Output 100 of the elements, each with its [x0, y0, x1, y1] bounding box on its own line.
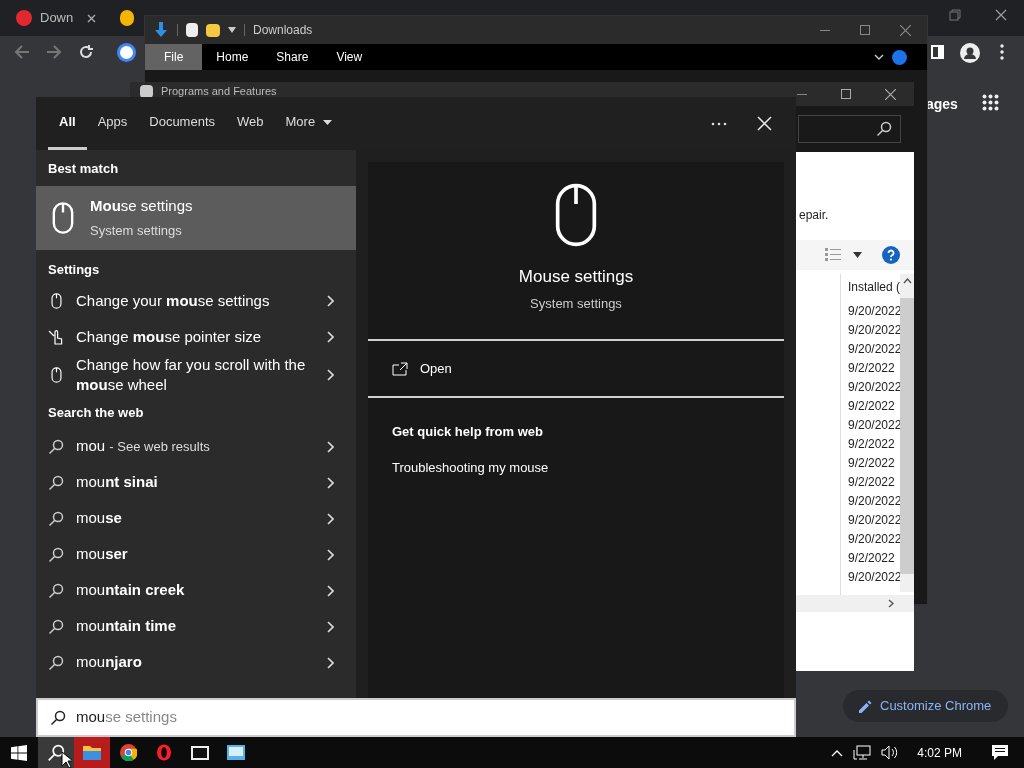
menu-icon[interactable] — [1000, 44, 1004, 60]
table-cell-text: 9/2/2022 — [848, 474, 896, 491]
images-link[interactable]: ages — [926, 94, 958, 115]
dropdown-icon[interactable] — [228, 27, 236, 33]
chevron-right-icon — [326, 295, 334, 307]
help-icon[interactable] — [882, 246, 900, 264]
help-icon[interactable] — [892, 49, 907, 65]
best-match-item[interactable]: Mouse settings System settings — [36, 185, 356, 250]
result-title: Mouse settings — [90, 196, 193, 216]
search-icon — [48, 474, 64, 491]
preview-subtitle: System settings — [530, 294, 622, 313]
table-cell-text: 9/2/2022 — [848, 550, 896, 567]
apps-grid-icon[interactable] — [982, 94, 999, 111]
search-icon — [48, 618, 64, 635]
volume-icon[interactable] — [881, 745, 900, 760]
chevron-right-icon — [326, 331, 334, 343]
taskbar-button[interactable] — [38, 737, 74, 768]
ribbon-tab[interactable]: Share — [262, 44, 323, 70]
notification-icon[interactable] — [992, 745, 1008, 760]
customize-chrome-button[interactable]: Customize Chrome — [843, 690, 1008, 722]
result-label: mountain creek — [76, 580, 185, 601]
table-cell-text: 9/20/2022 — [848, 379, 900, 396]
network-icon[interactable] — [853, 745, 872, 760]
profile-icon[interactable] — [960, 43, 980, 63]
settings-result[interactable]: Change mouse pointer size — [36, 319, 356, 355]
column-header[interactable]: Installed ( — [848, 274, 900, 302]
horizontal-scrollbar[interactable] — [796, 595, 914, 612]
result-label: mount sinai — [76, 472, 158, 493]
web-result[interactable]: mounjaro — [36, 644, 356, 681]
result-label: mou - See web results — [76, 436, 210, 457]
filter-tab[interactable]: Web — [226, 97, 275, 150]
filter-tab[interactable]: Documents — [138, 97, 226, 150]
filter-tab[interactable]: Apps — [86, 97, 139, 150]
web-result[interactable]: mountain time — [36, 608, 356, 645]
window-title: Programs and Features — [161, 86, 277, 97]
search-query: mouse settings — [76, 707, 177, 728]
search-box[interactable]: mouse settings — [36, 698, 796, 737]
search-icon — [48, 582, 64, 599]
table-cell-text: 9/20/2022 — [848, 322, 900, 339]
chevron-right-icon — [326, 369, 334, 381]
clock[interactable]: 4:02 PM — [917, 743, 962, 762]
search-icon — [48, 546, 64, 563]
chevron-right-icon — [326, 584, 334, 597]
close-icon[interactable] — [995, 9, 1007, 21]
download-icon[interactable] — [153, 22, 169, 38]
result-label: mouser — [76, 544, 128, 565]
mouse-icon — [553, 182, 599, 248]
ribbon-tab[interactable]: View — [322, 44, 377, 70]
chevron-right-icon — [326, 440, 334, 453]
result-label: Change how far you scroll with the mouse wheel — [76, 355, 306, 395]
details-view-icon[interactable] — [825, 248, 841, 262]
web-result[interactable]: mouse — [36, 500, 356, 537]
close-icon[interactable] — [87, 13, 96, 23]
chevron-right-icon — [326, 512, 334, 525]
section-heading: Best match — [47, 160, 120, 178]
settings-result[interactable]: Change how far you scroll with the mouse wheel — [36, 355, 356, 395]
maximize-icon[interactable] — [860, 25, 870, 35]
mouse-cursor-icon — [61, 751, 72, 768]
open-action[interactable]: Open — [368, 341, 784, 398]
section-heading: Get quick help from web — [391, 423, 544, 441]
search-icon — [48, 510, 64, 527]
description-text: epair. — [799, 207, 829, 224]
opera-icon — [156, 744, 172, 761]
more-options-icon[interactable] — [711, 121, 727, 126]
section-heading: Search the web — [47, 404, 145, 422]
result-label: Change your mouse settings — [76, 291, 271, 311]
help-link[interactable]: Troubleshooting my mouse — [368, 441, 784, 477]
ribbon-tab[interactable]: Home — [202, 44, 263, 70]
reload-icon[interactable] — [78, 44, 94, 60]
restore-icon[interactable] — [949, 9, 961, 21]
web-result[interactable]: mount sinai — [36, 464, 356, 501]
pencil-icon — [859, 699, 872, 713]
web-result[interactable]: mou - See web results — [36, 428, 356, 465]
filter-tab[interactable]: More — [274, 97, 344, 150]
chrome-icon — [119, 744, 137, 761]
ribbon-tab[interactable]: File — [145, 44, 203, 70]
chevron-down-icon[interactable] — [874, 54, 884, 60]
minimize-icon[interactable] — [797, 93, 807, 95]
search-field[interactable] — [798, 115, 901, 143]
search-icon — [47, 743, 65, 762]
chevron-right-icon[interactable] — [888, 599, 894, 608]
settings-result[interactable]: Change your mouse settings — [36, 283, 356, 319]
minimize-icon[interactable] — [820, 29, 830, 31]
result-label: mouse — [76, 508, 122, 529]
close-icon[interactable] — [885, 88, 896, 100]
table-cell-text: 9/20/2022 — [848, 569, 900, 586]
forward-icon[interactable] — [46, 44, 62, 60]
table-cell-text: 9/2/2022 — [848, 398, 896, 415]
chevron-up-icon[interactable] — [902, 278, 912, 284]
dropdown-icon[interactable] — [853, 252, 862, 258]
table-cell-text: 9/2/2022 — [848, 360, 896, 377]
section-heading: Settings — [47, 260, 101, 279]
back-icon[interactable] — [14, 44, 30, 60]
open-icon — [392, 361, 408, 376]
web-result[interactable]: mouser — [36, 536, 356, 573]
maximize-icon[interactable] — [841, 89, 851, 99]
web-result[interactable]: mountain creek — [36, 572, 356, 609]
windows-start-icon[interactable] — [11, 744, 27, 761]
chevron-right-icon — [326, 548, 334, 561]
browser-tab[interactable]: Down — [8, 3, 104, 33]
